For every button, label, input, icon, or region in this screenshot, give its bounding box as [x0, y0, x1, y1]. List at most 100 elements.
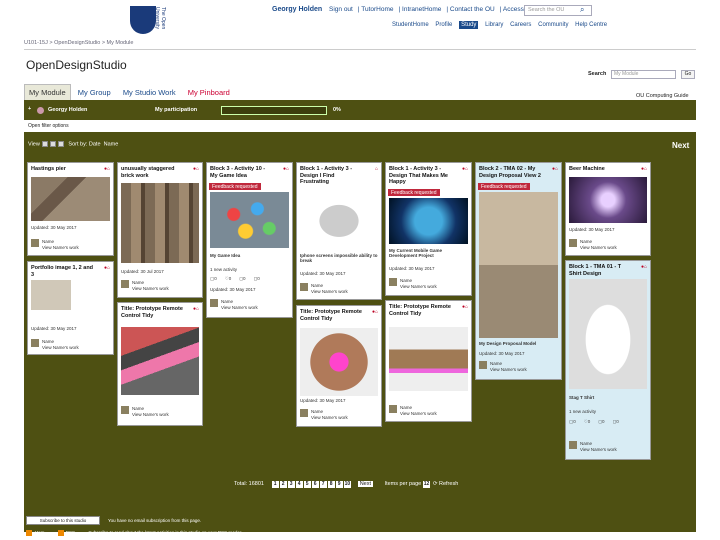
nav-help-centre[interactable]: Help Centre	[575, 22, 607, 28]
card-pin-icon[interactable]: ●⌂	[193, 166, 199, 172]
sign-out-link[interactable]: Sign out	[329, 6, 353, 13]
card-pin-icon[interactable]: ●⌂	[372, 309, 378, 315]
rss-icon	[57, 530, 64, 536]
atom-link[interactable]: Atom	[26, 530, 51, 536]
card-tshirt-design[interactable]: Block 1 - TMA 01 - T Shirt Design ●⌂ Sta…	[565, 260, 651, 460]
page-4[interactable]: 4	[295, 481, 303, 488]
card-remote-tidy[interactable]: Title: Prototype Remote Control Tidy ●⌂ …	[117, 302, 203, 426]
view-work-link[interactable]: View Name's work	[221, 305, 258, 310]
author-name: Name	[221, 299, 234, 304]
card-pin-icon[interactable]: ●⌂	[104, 265, 110, 271]
card-pin-icon[interactable]: ●⌂	[552, 166, 558, 172]
card-staggered-brick[interactable]: unusually staggered brick work ●⌂ Update…	[117, 162, 203, 298]
computing-guide-link[interactable]: OU Computing Guide	[636, 93, 689, 99]
view-work-link[interactable]: View Name's work	[132, 412, 169, 417]
card-title: Hastings pier	[31, 166, 66, 172]
card-beer-machine[interactable]: Beer Machine ●⌂ Updated: 30 May 2017 Nam…	[565, 162, 651, 256]
pager-next-button[interactable]: Next	[357, 481, 374, 487]
card-pin-icon[interactable]: ●⌂	[641, 264, 647, 270]
card-pin-icon[interactable]: ●⌂	[641, 166, 647, 172]
refresh-button[interactable]: ⟳ Refresh	[433, 481, 458, 487]
sort-by-name[interactable]: Name	[104, 141, 119, 147]
nav-careers[interactable]: Careers	[510, 22, 531, 28]
subscribe-button[interactable]: Subscribe to this studio	[26, 516, 100, 525]
activity-count: 1 new activity	[569, 409, 597, 414]
refresh-label: Refresh	[439, 481, 459, 487]
view-work-link[interactable]: View Name's work	[490, 367, 527, 372]
next-page-link[interactable]: Next	[672, 141, 689, 150]
card-image	[479, 192, 558, 338]
card-pin-icon[interactable]: ⌂	[375, 166, 378, 172]
card-stats: ▢0 ♡0 ◻0 ◻0	[569, 419, 619, 424]
card-game-idea[interactable]: Block 3 - Activity 10 - My Game Idea ●⌂ …	[206, 162, 293, 318]
tab-my-module[interactable]: My Module	[24, 84, 71, 100]
author-name: Name	[311, 409, 324, 414]
divider	[24, 49, 696, 50]
intranethome-link[interactable]: IntranetHome	[402, 6, 441, 13]
nav-community[interactable]: Community	[538, 22, 568, 28]
view-work-link[interactable]: View Name's work	[580, 447, 617, 452]
card-design-proposal[interactable]: Block 2 - TMA 02 - My Design Proposal Vi…	[475, 162, 562, 380]
breadcrumb[interactable]: U101-15J > OpenDesignStudio > My Module	[24, 40, 133, 46]
nav-study[interactable]: Study	[459, 21, 479, 29]
items-per-page-select[interactable]: 12	[422, 481, 431, 488]
card-pin-icon[interactable]: ●⌂	[193, 306, 199, 312]
view-work-link[interactable]: View Name's work	[311, 289, 348, 294]
card-pin-icon[interactable]: ●⌂	[462, 166, 468, 172]
view-work-link[interactable]: View Name's work	[400, 411, 437, 416]
card-pin-icon[interactable]: ●⌂	[462, 304, 468, 310]
sort-by-date[interactable]: Sort by: Date	[68, 141, 100, 147]
author-name: Name	[400, 278, 413, 283]
page-9[interactable]: 9	[335, 481, 343, 488]
user-name-link[interactable]: Georgy Holden	[272, 6, 322, 13]
author-name: Name	[132, 280, 145, 285]
tab-my-group[interactable]: My Group	[73, 84, 116, 101]
card-pin-icon[interactable]: ●⌂	[104, 166, 110, 172]
card-pin-icon[interactable]: ●⌂	[283, 166, 289, 172]
page-5[interactable]: 5	[303, 481, 311, 488]
card-image	[569, 279, 647, 389]
filter-options-toggle[interactable]: Open filter options	[24, 120, 696, 132]
participation-label[interactable]: My participation	[155, 107, 197, 113]
view-work-link[interactable]: View Name's work	[580, 245, 617, 250]
page-6[interactable]: 6	[311, 481, 319, 488]
view-work-link[interactable]: View Name's work	[400, 284, 437, 289]
card-hastings-pier[interactable]: Hastings pier ●⌂ Updated: 30 May 2017 Na…	[27, 162, 114, 256]
card-remote-tidy-3[interactable]: Title: Prototype Remote Control Tidy ●⌂ …	[385, 300, 472, 422]
card-portfolio-image[interactable]: Portfolio image 1, 2 and 3 ●⌂ Updated: 3…	[27, 261, 114, 355]
card-title: Block 1 - TMA 01 - T Shirt Design	[569, 264, 622, 277]
tab-my-studio-work[interactable]: My Studio Work	[118, 84, 181, 101]
search-icon[interactable]: ⌕	[580, 5, 584, 15]
page-10[interactable]: 10	[343, 481, 352, 488]
contact-ou-link[interactable]: Contact the OU	[450, 6, 495, 13]
module-search-go-button[interactable]: Go	[681, 70, 695, 79]
list-view-icon[interactable]	[50, 141, 57, 147]
page-7[interactable]: 7	[319, 481, 327, 488]
view-work-link[interactable]: View Name's work	[42, 245, 79, 250]
view-work-link[interactable]: View Name's work	[311, 415, 348, 420]
page-3[interactable]: 3	[287, 481, 295, 488]
tab-my-pinboard[interactable]: My Pinboard	[183, 84, 235, 101]
avatar	[210, 299, 218, 307]
nav-library[interactable]: Library	[485, 22, 503, 28]
page-2[interactable]: 2	[279, 481, 287, 488]
nav-profile[interactable]: Profile	[435, 22, 452, 28]
nav-studenthome[interactable]: StudentHome	[392, 22, 429, 28]
author-name: Name	[490, 361, 503, 366]
grid-view-icon[interactable]	[42, 141, 49, 147]
page-1[interactable]: 1	[271, 481, 279, 488]
expand-icon[interactable]: +	[28, 106, 31, 112]
view-work-link[interactable]: View Name's work	[132, 286, 169, 291]
card-remote-tidy-2[interactable]: Title: Prototype Remote Control Tidy ●⌂ …	[296, 305, 382, 427]
view-work-link[interactable]: View Name's work	[42, 345, 79, 350]
logo-text: The Open University	[154, 7, 166, 30]
avatar	[569, 441, 577, 449]
module-search-input[interactable]: My Module	[611, 70, 676, 79]
tutorhome-link[interactable]: TutorHome	[361, 6, 393, 13]
card-author: Name View Name's work	[311, 283, 348, 294]
detail-view-icon[interactable]	[58, 141, 65, 147]
card-design-frustrating[interactable]: Block 1 - Activity 3 - Design I Find Fru…	[296, 162, 382, 300]
page-8[interactable]: 8	[327, 481, 335, 488]
rss-link[interactable]: RSS	[57, 530, 81, 536]
card-design-happy[interactable]: Block 1 - Activity 3 - Design That Makes…	[385, 162, 472, 296]
